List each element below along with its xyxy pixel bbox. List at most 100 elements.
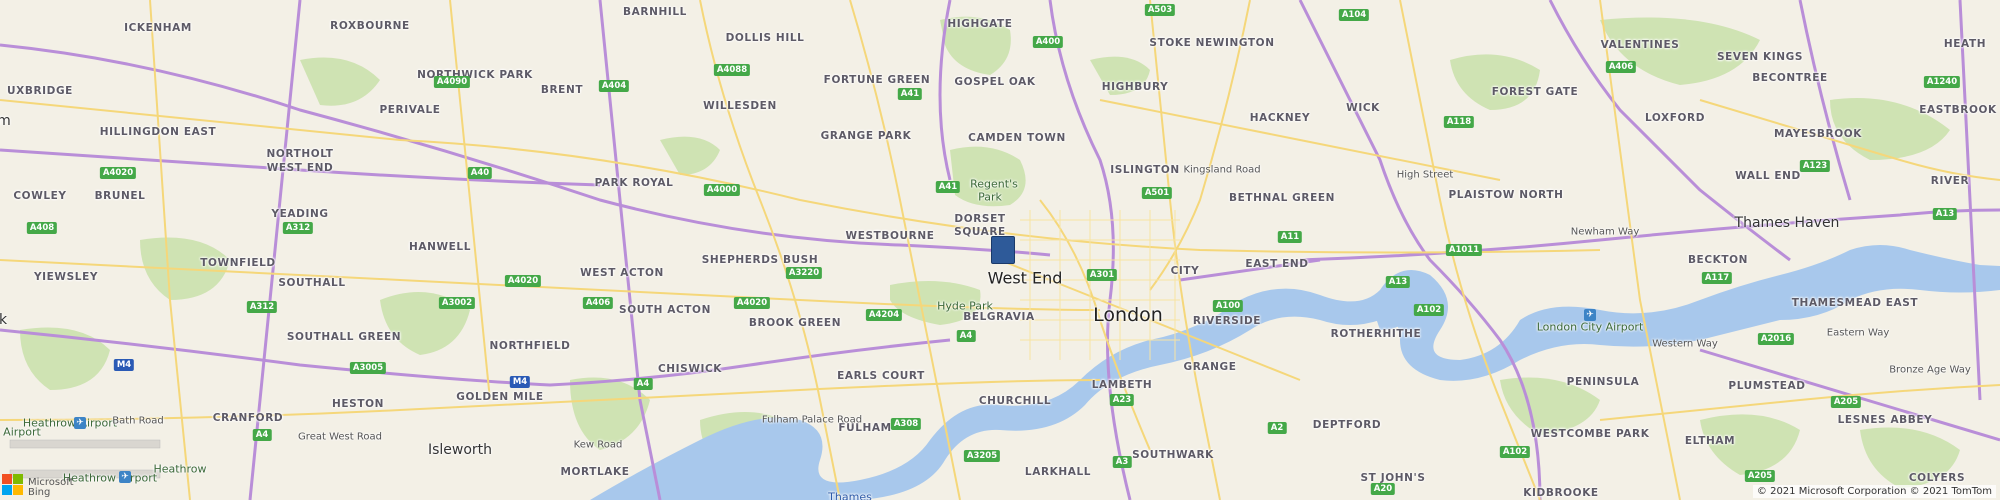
area_labels-72: ELTHAM [1684,435,1736,447]
area_labels-37: YEADING [271,208,329,220]
area_labels-5: ROXBOURNE [330,20,410,32]
shields-36: A4 [633,378,653,390]
shields-17: A312 [282,222,314,234]
place_labels-20: Thames [828,490,872,500]
shields-5: A4090 [433,76,471,88]
area_labels-71: WESTCOMBE PARK [1530,428,1650,440]
place_labels-5: London City Airport [1536,320,1644,334]
shields-25: A4020 [504,275,542,287]
area_labels-61: GRANGE [1183,361,1237,373]
pin-label: West End [987,268,1063,288]
area_labels-2: HIGHGATE [947,18,1013,30]
area_labels-11: FORTUNE GREEN [823,74,931,86]
area_labels-76: KIDBROOKE [1523,487,1599,499]
shields-27: A406 [582,297,614,309]
place_labels-9: Airport [3,425,41,439]
shields-9: A40 [467,167,493,179]
area_labels-60: LAMBETH [1091,379,1153,391]
area_labels-56: NORTHFIELD [489,340,571,352]
shields-40: A205 [1830,396,1862,408]
area_labels-29: ISLINGTON [1110,164,1180,176]
area_labels-70: CRANFORD [212,412,284,424]
shields-14: A118 [1443,116,1475,128]
shields-28: A4020 [733,297,771,309]
shields-26: A3002 [438,297,476,309]
area_labels-17: FOREST GATE [1491,86,1579,98]
shields-41: A4 [252,429,272,441]
place_labels-13: Fulham Palace Road [761,414,863,426]
shields-2: A400 [1032,36,1064,48]
area_labels-55: SOUTHALL GREEN [286,331,402,343]
area_labels-16: HACKNEY [1249,112,1311,124]
area_labels-24: PERIVALE [379,104,441,116]
place_labels-12: Kew Road [573,439,623,451]
place_labels-14: Kingsland Road [1183,164,1261,176]
location-pin[interactable] [991,236,1015,264]
shields-10: A4020 [99,167,137,179]
area_labels-50: SOUTH ACTON [619,304,711,316]
copyright-notice: © 2021 Microsoft Corporation © 2021 TomT… [1752,485,1996,498]
area_labels-45: EAST END [1245,258,1309,270]
area_labels-65: GOLDEN MILE [456,391,544,403]
shields-34: A2016 [1757,333,1795,345]
airport-icon-heathrow-south: ✈ [119,471,131,483]
area_labels-51: BELGRAVIA [963,311,1035,323]
area_labels-9: HEATH [1943,38,1987,50]
area_labels-22: UXBRIDGE [7,85,73,97]
shields-15: A123 [1799,160,1831,172]
area_labels-33: BRUNEL [94,190,146,202]
area_labels-32: COWLEY [13,190,67,202]
area_labels-48: SOUTHALL [278,277,346,289]
place_labels-8: Heathrow [153,462,207,476]
airport-icon-london-city: ✈ [1584,309,1596,321]
area_labels-46: BECKTON [1687,254,1749,266]
shields-21: A11 [1277,231,1303,243]
area_labels-75: MORTLAKE [560,466,630,478]
shields-42: A3205 [963,450,1001,462]
area_labels-30: WALL END [1735,170,1801,182]
area_labels-43: SHEPHERDS BUSH [701,254,819,266]
area_labels-66: CHURCHILL [978,395,1052,407]
area_labels-77: COLYERS [1908,472,1966,484]
area_labels-44: CITY [1170,265,1200,277]
shields-7: A1240 [1923,76,1961,88]
shields-6: A406 [1605,61,1637,73]
area_labels-25: GRANGE PARK [820,130,912,142]
shields-32: A312 [246,301,278,313]
area_labels-7: SEVEN KINGS [1716,51,1804,63]
area_labels-0: BARNHILL [623,6,687,18]
shields-19: A3220 [785,267,823,279]
map-view[interactable]: BARNHILL DOLLIS HILL HIGHGATE STOKE NEWINGT… [0,0,2000,500]
area_labels-13: HIGHBURY [1101,81,1169,93]
shields-12: A41 [935,181,961,193]
area_labels-52: RIVERSIDE [1192,315,1262,327]
area_labels-47: YIEWSLEY [33,271,99,283]
shields-47: M4 [113,359,135,371]
shields-18: A408 [26,222,58,234]
area_labels-68: DEPTFORD [1312,419,1382,431]
place_labels-18: Eastern Way [1826,327,1890,339]
airport-icon-heathrow: ✈ [74,417,86,429]
area_labels-35: PLAISTOW NORTH [1448,189,1564,201]
area_labels-64: HESTON [332,398,384,410]
place_labels-15: High Street [1396,169,1454,181]
shields-38: A308 [890,418,922,430]
shields-8: A41 [897,88,923,100]
shields-29: A4204 [865,309,903,321]
place_labels-10: Bath Road [112,415,164,427]
shields-0: A503 [1144,4,1176,16]
shields-45: A205 [1744,470,1776,482]
shields-16: A13 [1932,208,1958,220]
area_labels-58: CHISWICK [657,363,723,375]
area_labels-42: HANWELL [408,241,472,253]
area_labels-62: PENINSULA [1566,376,1640,388]
area_labels-49: WEST ACTON [580,267,664,279]
city-label-london: London [1093,304,1163,326]
area_labels-12: GOSPEL OAK [954,76,1036,88]
shields-37: A23 [1109,394,1135,406]
area_labels-69: LESNES ABBEY [1837,414,1933,426]
area_labels-34: BETHNAL GREEN [1228,192,1336,204]
area_labels-4: ICKENHAM [124,22,192,34]
place_labels-4: Isleworth [427,442,493,458]
area_labels-31: PARK ROYAL [594,177,674,189]
